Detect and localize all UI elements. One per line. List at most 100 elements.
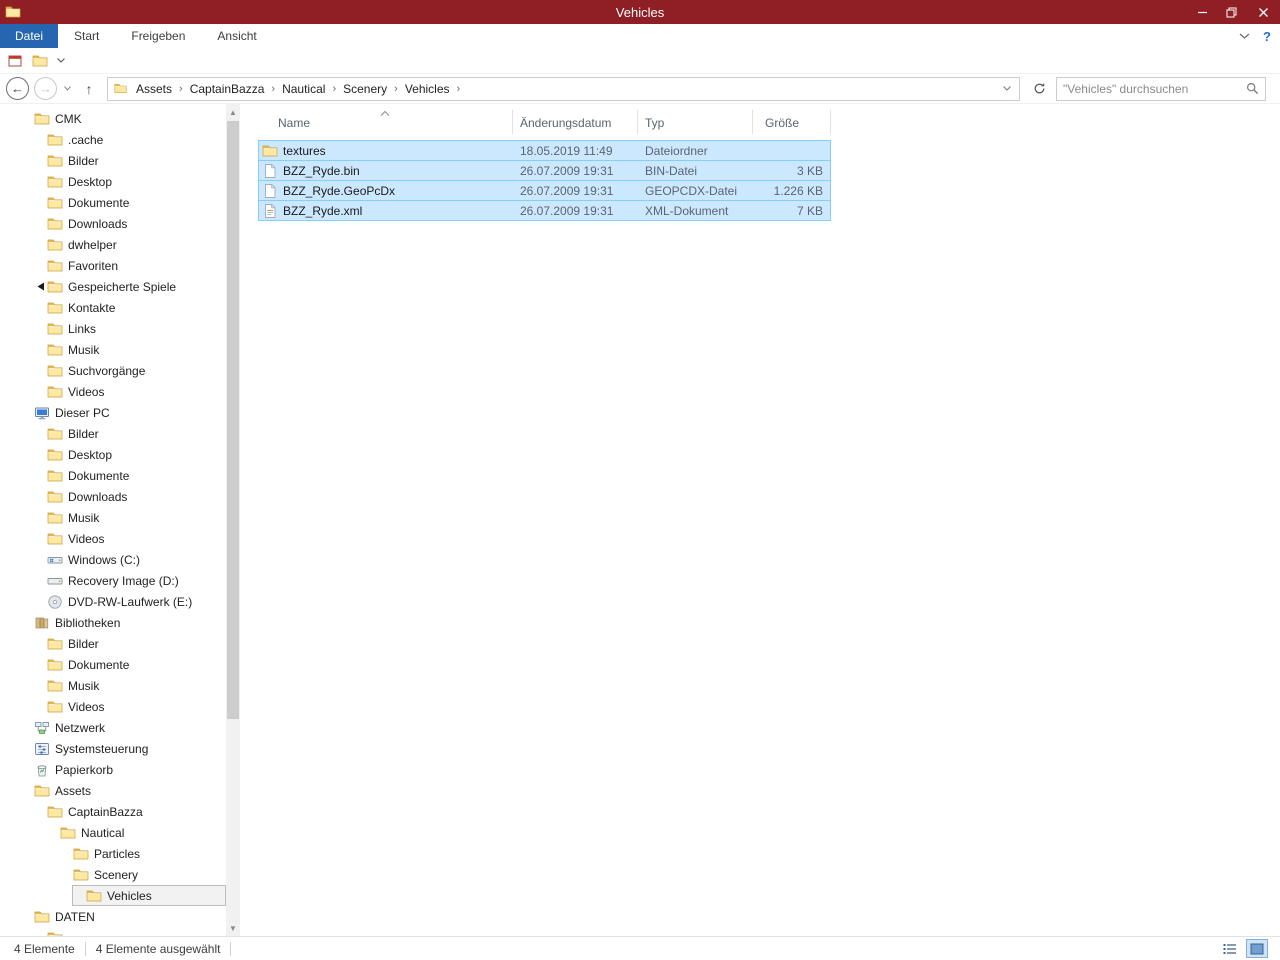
column-header-typ[interactable]: Typ [638, 110, 753, 134]
column-header-gr-e[interactable]: Größe [753, 110, 831, 134]
breadcrumb-segment-vehicles[interactable]: Vehicles [400, 82, 455, 96]
file-xml-icon [262, 203, 278, 219]
tree-item-dwhelper[interactable]: dwhelper [0, 234, 226, 255]
forward-button[interactable]: → [34, 77, 57, 100]
help-button[interactable]: ? [1263, 29, 1271, 44]
app-icon[interactable] [5, 4, 21, 20]
breadcrumb-separator-icon[interactable]: › [177, 83, 185, 95]
tree-item-links[interactable]: Links [0, 318, 226, 339]
tree-item-nautical[interactable]: Nautical [0, 822, 226, 843]
tree-item-recovery-image-d[interactable]: Recovery Image (D:) [0, 570, 226, 591]
quick-access-toolbar [0, 48, 1280, 74]
breadcrumb-segment-captainbazza[interactable]: CaptainBazza [185, 82, 270, 96]
tree-item-bilder[interactable]: Bilder [0, 150, 226, 171]
breadcrumb-separator-icon[interactable]: › [330, 83, 338, 95]
navigation-pane: CMK.cacheBilderDesktopDokumenteDownloads… [0, 104, 240, 936]
file-row-bzz-ryde-xml[interactable]: BZZ_Ryde.xml26.07.2009 19:31XML-Dokument… [258, 200, 831, 221]
tree-item-content [33, 927, 226, 936]
tree-item-cache[interactable]: .cache [0, 129, 226, 150]
search-input[interactable] [1063, 82, 1242, 96]
close-button[interactable] [1246, 0, 1280, 24]
expand-ribbon-icon[interactable] [1239, 29, 1250, 43]
tab-ansicht[interactable]: Ansicht [201, 24, 272, 48]
breadcrumb-separator-icon[interactable]: › [455, 83, 463, 95]
up-button[interactable]: ↑ [78, 81, 100, 97]
tree-item-videos[interactable]: Videos [0, 528, 226, 549]
refresh-button[interactable] [1027, 77, 1051, 101]
tree-item-desktop[interactable]: Desktop [0, 444, 226, 465]
status-bar: 4 Elemente 4 Elemente ausgewählt [0, 936, 1280, 960]
file-name-cell: BZZ_Ryde.bin [259, 163, 513, 179]
tree-item-videos[interactable]: Videos [0, 696, 226, 717]
disc-icon [47, 594, 63, 610]
scroll-up-icon[interactable]: ▲ [226, 104, 240, 120]
breadcrumb-segment-assets[interactable]: Assets [131, 82, 177, 96]
file-row-bzz-ryde-bin[interactable]: BZZ_Ryde.bin26.07.2009 19:31BIN-Datei3 K… [258, 160, 831, 181]
tree-item-desktop[interactable]: Desktop [0, 171, 226, 192]
tree-item-papierkorb[interactable]: Papierkorb [0, 759, 226, 780]
tree-item-downloads[interactable]: Downloads [0, 486, 226, 507]
tab-freigeben[interactable]: Freigeben [115, 24, 201, 48]
tree-item-windows-c[interactable]: Windows (C:) [0, 549, 226, 570]
tree-item-captainbazza[interactable]: CaptainBazza [0, 801, 226, 822]
tree-item-assets[interactable]: Assets [0, 780, 226, 801]
tree-item-dieser-pc[interactable]: Dieser PC [0, 402, 226, 423]
tree-item-item[interactable] [0, 927, 226, 936]
tree-item-dokumente[interactable]: Dokumente [0, 192, 226, 213]
tree-item-musik[interactable]: Musik [0, 339, 226, 360]
tree-expander-icon[interactable] [34, 282, 47, 291]
file-row-bzz-ryde-geopcdx[interactable]: BZZ_Ryde.GeoPcDx26.07.2009 19:31GEOPCDX-… [258, 180, 831, 201]
tree-item-dokumente[interactable]: Dokumente [0, 465, 226, 486]
tree-item-dvd-rw-laufwerk-e[interactable]: DVD-RW-Laufwerk (E:) [0, 591, 226, 612]
breadcrumb-separator-icon[interactable]: › [269, 83, 277, 95]
file-row-textures[interactable]: textures18.05.2019 11:49Dateiordner [258, 140, 831, 161]
tree-item-label: Desktop [68, 448, 112, 462]
tab-start[interactable]: Start [58, 24, 115, 48]
folder-icon [47, 237, 63, 253]
tree-item-downloads[interactable]: Downloads [0, 213, 226, 234]
tree-item-videos[interactable]: Videos [0, 381, 226, 402]
column-header-name[interactable]: Name [258, 110, 513, 134]
back-button[interactable]: ← [6, 77, 29, 100]
breadcrumb-separator-icon[interactable]: › [392, 83, 400, 95]
tree-item-musik[interactable]: Musik [0, 507, 226, 528]
tree-item-particles[interactable]: Particles [0, 843, 226, 864]
column-header-nderungsdatum[interactable]: Änderungsdatum [513, 110, 638, 134]
view-toggle-buttons [1219, 939, 1268, 958]
breadcrumb-segment-scenery[interactable]: Scenery [338, 82, 392, 96]
titlebar[interactable]: Vehicles [0, 0, 1280, 24]
new-folder-button[interactable] [32, 53, 48, 69]
restore-button[interactable] [1217, 0, 1246, 24]
minimize-button[interactable] [1188, 0, 1217, 24]
scroll-down-icon[interactable]: ▼ [226, 920, 240, 936]
tree-item-gespeicherte-spiele[interactable]: Gespeicherte Spiele [0, 276, 226, 297]
breadcrumb[interactable]: Assets›CaptainBazza›Nautical›Scenery›Veh… [107, 77, 1020, 101]
tree-item-systemsteuerung[interactable]: Systemsteuerung [0, 738, 226, 759]
tree-item-cmk[interactable]: CMK [0, 108, 226, 129]
recent-locations-icon[interactable] [62, 86, 73, 91]
tree-item-bilder[interactable]: Bilder [0, 633, 226, 654]
tree-scrollbar[interactable]: ▲ ▼ [226, 104, 240, 936]
search-icon[interactable] [1246, 82, 1259, 95]
properties-button[interactable] [7, 53, 23, 69]
tree-item-content: Gespeicherte Spiele [33, 276, 226, 297]
breadcrumb-segment-nautical[interactable]: Nautical [277, 82, 330, 96]
tree-item-bilder[interactable]: Bilder [0, 423, 226, 444]
tree-item-suchvorg-nge[interactable]: Suchvorgänge [0, 360, 226, 381]
address-dropdown-icon[interactable] [995, 86, 1019, 91]
tree-item-musik[interactable]: Musik [0, 675, 226, 696]
tree-item-netzwerk[interactable]: Netzwerk [0, 717, 226, 738]
tree-item-scenery[interactable]: Scenery [0, 864, 226, 885]
qat-customize-icon[interactable] [57, 58, 65, 63]
tree-item-daten[interactable]: DATEN [0, 906, 226, 927]
tree-item-favoriten[interactable]: Favoriten [0, 255, 226, 276]
tree-item-kontakte[interactable]: Kontakte [0, 297, 226, 318]
status-separator [85, 942, 86, 956]
tree-item-bibliotheken[interactable]: Bibliotheken [0, 612, 226, 633]
details-view-button[interactable] [1219, 939, 1241, 958]
tree-item-dokumente[interactable]: Dokumente [0, 654, 226, 675]
tree-item-vehicles[interactable]: Vehicles [0, 885, 226, 906]
scrollbar-thumb[interactable] [227, 121, 239, 719]
icons-view-button[interactable] [1246, 939, 1268, 958]
tab-datei[interactable]: Datei [0, 24, 58, 48]
